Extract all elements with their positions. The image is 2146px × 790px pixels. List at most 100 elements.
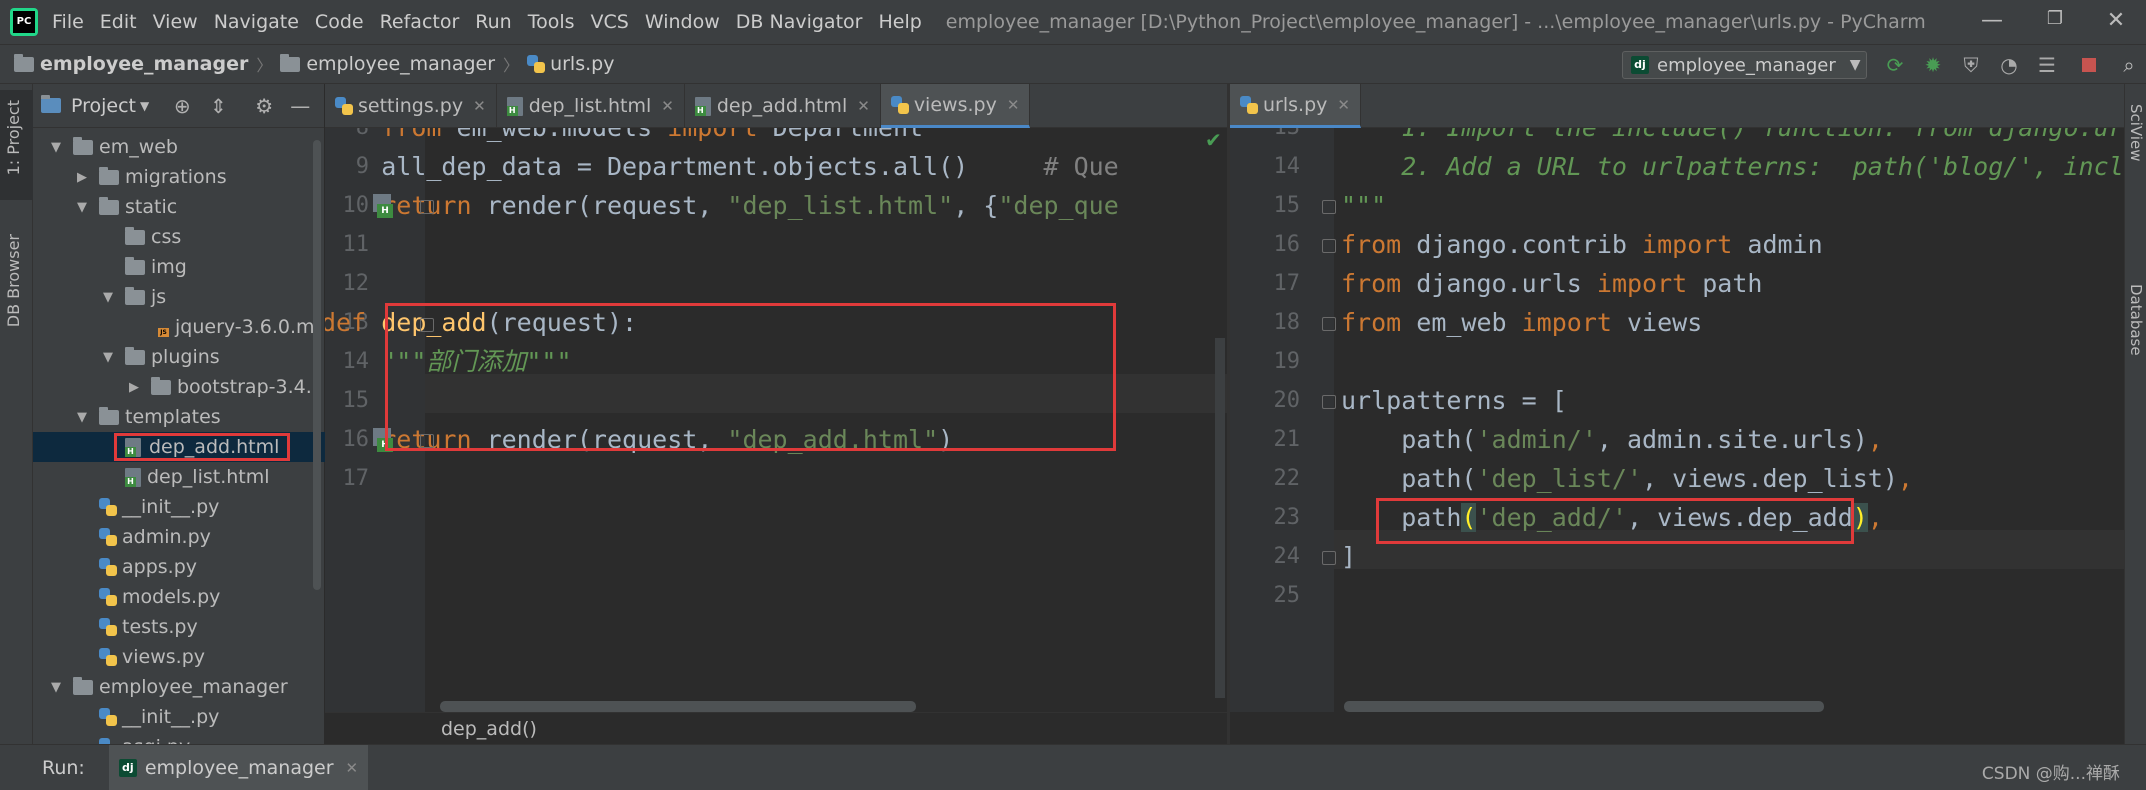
code-line[interactable]: from em_web.models import Department [325, 128, 923, 147]
menu-file[interactable]: File [52, 11, 84, 33]
fold-marker-icon[interactable] [1322, 395, 1336, 409]
profile-icon[interactable]: ◔ [1998, 54, 2020, 76]
close-tab-icon[interactable]: ✕ [1007, 96, 1020, 114]
right-code-editor[interactable]: 13 1. Import the include() function: fro… [1230, 128, 2124, 712]
tree-item[interactable]: ▼ templates [33, 402, 325, 432]
debug-bug-icon[interactable]: ✹ [1922, 54, 1944, 76]
code-line[interactable]: 2. Add a URL to urlpatterns: path('blog/… [1341, 147, 2124, 186]
fold-marker-icon[interactable] [1322, 239, 1336, 253]
fold-marker-icon[interactable] [1322, 317, 1336, 331]
code-line[interactable]: 1. Import the include() function: from d… [1341, 128, 2123, 147]
tree-item[interactable]: __init__.py [33, 492, 325, 522]
close-tab-icon[interactable]: ✕ [661, 97, 674, 115]
tree-item[interactable]: models.py [33, 582, 325, 612]
code-line[interactable]: path('dep_list/', views.dep_list), [1341, 459, 1913, 498]
menu-run[interactable]: Run [475, 11, 511, 33]
build-list-icon[interactable]: ☰ [2036, 54, 2058, 76]
html-template-link-icon[interactable]: H [373, 194, 399, 220]
breadcrumb-package[interactable]: employee_manager 〉 [280, 52, 527, 76]
project-view-select[interactable]: Project [71, 95, 136, 117]
stop-icon[interactable] [2078, 54, 2100, 76]
editor-tab[interactable]: views.py ✕ [880, 84, 1031, 128]
run-configuration-select[interactable]: dj employee_manager ▼ [1622, 51, 1867, 79]
chevron-down-icon[interactable]: ▼ [99, 290, 117, 305]
menu-view[interactable]: View [153, 11, 198, 33]
close-tab-icon[interactable]: ✕ [857, 97, 870, 115]
tree-item[interactable]: css [33, 222, 325, 252]
chevron-down-icon[interactable]: ▼ [47, 140, 65, 155]
tree-item[interactable]: ▶ migrations [33, 162, 325, 192]
fold-marker-icon[interactable] [1322, 551, 1336, 565]
chevron-down-icon[interactable]: ▼ [99, 350, 117, 365]
coverage-shield-icon[interactable]: ⛨ [1960, 54, 1982, 76]
db-browser-tab[interactable]: DB Browser [4, 234, 23, 327]
menu-tools[interactable]: Tools [528, 11, 575, 33]
menu-help[interactable]: Help [878, 11, 921, 33]
tree-item[interactable]: dep_add.html [33, 432, 325, 462]
code-line[interactable]: ] [1341, 537, 1356, 576]
editor-tab[interactable]: dep_add.html ✕ [685, 84, 881, 128]
code-line[interactable]: """ [1341, 186, 1386, 225]
tree-item[interactable]: jquery-3.6.0.m [33, 312, 325, 342]
locate-crosshair-icon[interactable]: ⊕ [169, 94, 195, 118]
editor-tab[interactable]: dep_list.html ✕ [497, 84, 685, 128]
close-window-button[interactable]: ✕ [2096, 8, 2136, 36]
project-tool-tab[interactable]: 1: Project [0, 90, 33, 200]
minimize-button[interactable]: — [1972, 8, 2012, 36]
run-tab-employee-manager[interactable]: dj employee_manager ✕ [108, 744, 369, 790]
tree-item[interactable]: ▼ js [33, 282, 325, 312]
tree-item[interactable]: ▼ static [33, 192, 325, 222]
tree-item[interactable]: ▼ plugins [33, 342, 325, 372]
chevron-right-icon[interactable]: ▶ [73, 170, 91, 185]
tree-item[interactable]: tests.py [33, 612, 325, 642]
search-everywhere-icon[interactable]: ⌕ [2118, 54, 2140, 76]
rerun-icon[interactable]: ⟳ [1884, 54, 1906, 76]
chevron-down-icon[interactable]: ▼ [47, 680, 65, 695]
sciview-tab[interactable]: SciView [2127, 104, 2145, 162]
close-tab-icon[interactable]: ✕ [1337, 96, 1350, 114]
menu-navigate[interactable]: Navigate [214, 11, 299, 33]
hide-panel-icon[interactable]: — [287, 94, 313, 118]
code-line[interactable]: from django.contrib import admin [1341, 225, 1823, 264]
chevron-down-icon[interactable]: ▼ [140, 99, 149, 113]
tree-item[interactable]: admin.py [33, 522, 325, 552]
editor-tab[interactable]: settings.py ✕ [325, 84, 497, 128]
collapse-all-icon[interactable]: ⇕ [205, 94, 231, 118]
editor-tab[interactable]: urls.py ✕ [1230, 84, 1361, 128]
left-vertical-scrollbar[interactable] [1215, 338, 1225, 698]
left-code-editor[interactable]: 8 from em_web.models import Department9 … [325, 128, 1227, 712]
tree-item[interactable]: ▼ em_web [33, 132, 325, 162]
fold-marker-icon[interactable] [420, 200, 434, 214]
left-horizontal-scrollbar[interactable] [440, 701, 916, 712]
project-scrollbar[interactable] [313, 140, 321, 590]
tree-item[interactable]: img [33, 252, 325, 282]
right-horizontal-scrollbar[interactable] [1344, 701, 1824, 712]
close-tab-icon[interactable]: ✕ [346, 759, 359, 777]
tree-item[interactable]: apps.py [33, 552, 325, 582]
maximize-button[interactable]: ❐ [2035, 8, 2075, 36]
chevron-down-icon[interactable]: ▼ [73, 410, 91, 425]
tree-item[interactable]: views.py [33, 642, 325, 672]
code-breadcrumb[interactable]: dep_add() [325, 712, 1227, 744]
menu-vcs[interactable]: VCS [591, 11, 629, 33]
code-line[interactable]: from django.urls import path [1341, 264, 1762, 303]
code-line[interactable]: from em_web import views [1341, 303, 1702, 342]
menu-db-navigator[interactable]: DB Navigator [736, 11, 863, 33]
tree-item[interactable]: __init__.py [33, 702, 325, 732]
breadcrumb-project[interactable]: employee_manager 〉 [14, 52, 280, 76]
menu-code[interactable]: Code [315, 11, 364, 33]
breadcrumb-file[interactable]: urls.py [527, 53, 614, 75]
code-line[interactable]: path('admin/', admin.site.urls), [1341, 420, 1883, 459]
fold-marker-icon[interactable] [1322, 200, 1336, 214]
close-tab-icon[interactable]: ✕ [473, 97, 486, 115]
code-line[interactable]: return render(request, "dep_list.html", … [325, 186, 1119, 225]
tree-item[interactable]: ▼ employee_manager [33, 672, 325, 702]
chevron-down-icon[interactable]: ▼ [73, 200, 91, 215]
chevron-right-icon[interactable]: ▶ [125, 380, 143, 395]
code-line[interactable]: urlpatterns = [ [1341, 381, 1567, 420]
database-tab[interactable]: Database [2127, 284, 2145, 356]
inspection-ok-icon[interactable]: ✔ [1205, 128, 1222, 152]
tree-item[interactable]: ▶ bootstrap-3.4. [33, 372, 325, 402]
code-line[interactable]: all_dep_data = Department.objects.all() … [325, 147, 1119, 186]
menu-edit[interactable]: Edit [100, 11, 137, 33]
